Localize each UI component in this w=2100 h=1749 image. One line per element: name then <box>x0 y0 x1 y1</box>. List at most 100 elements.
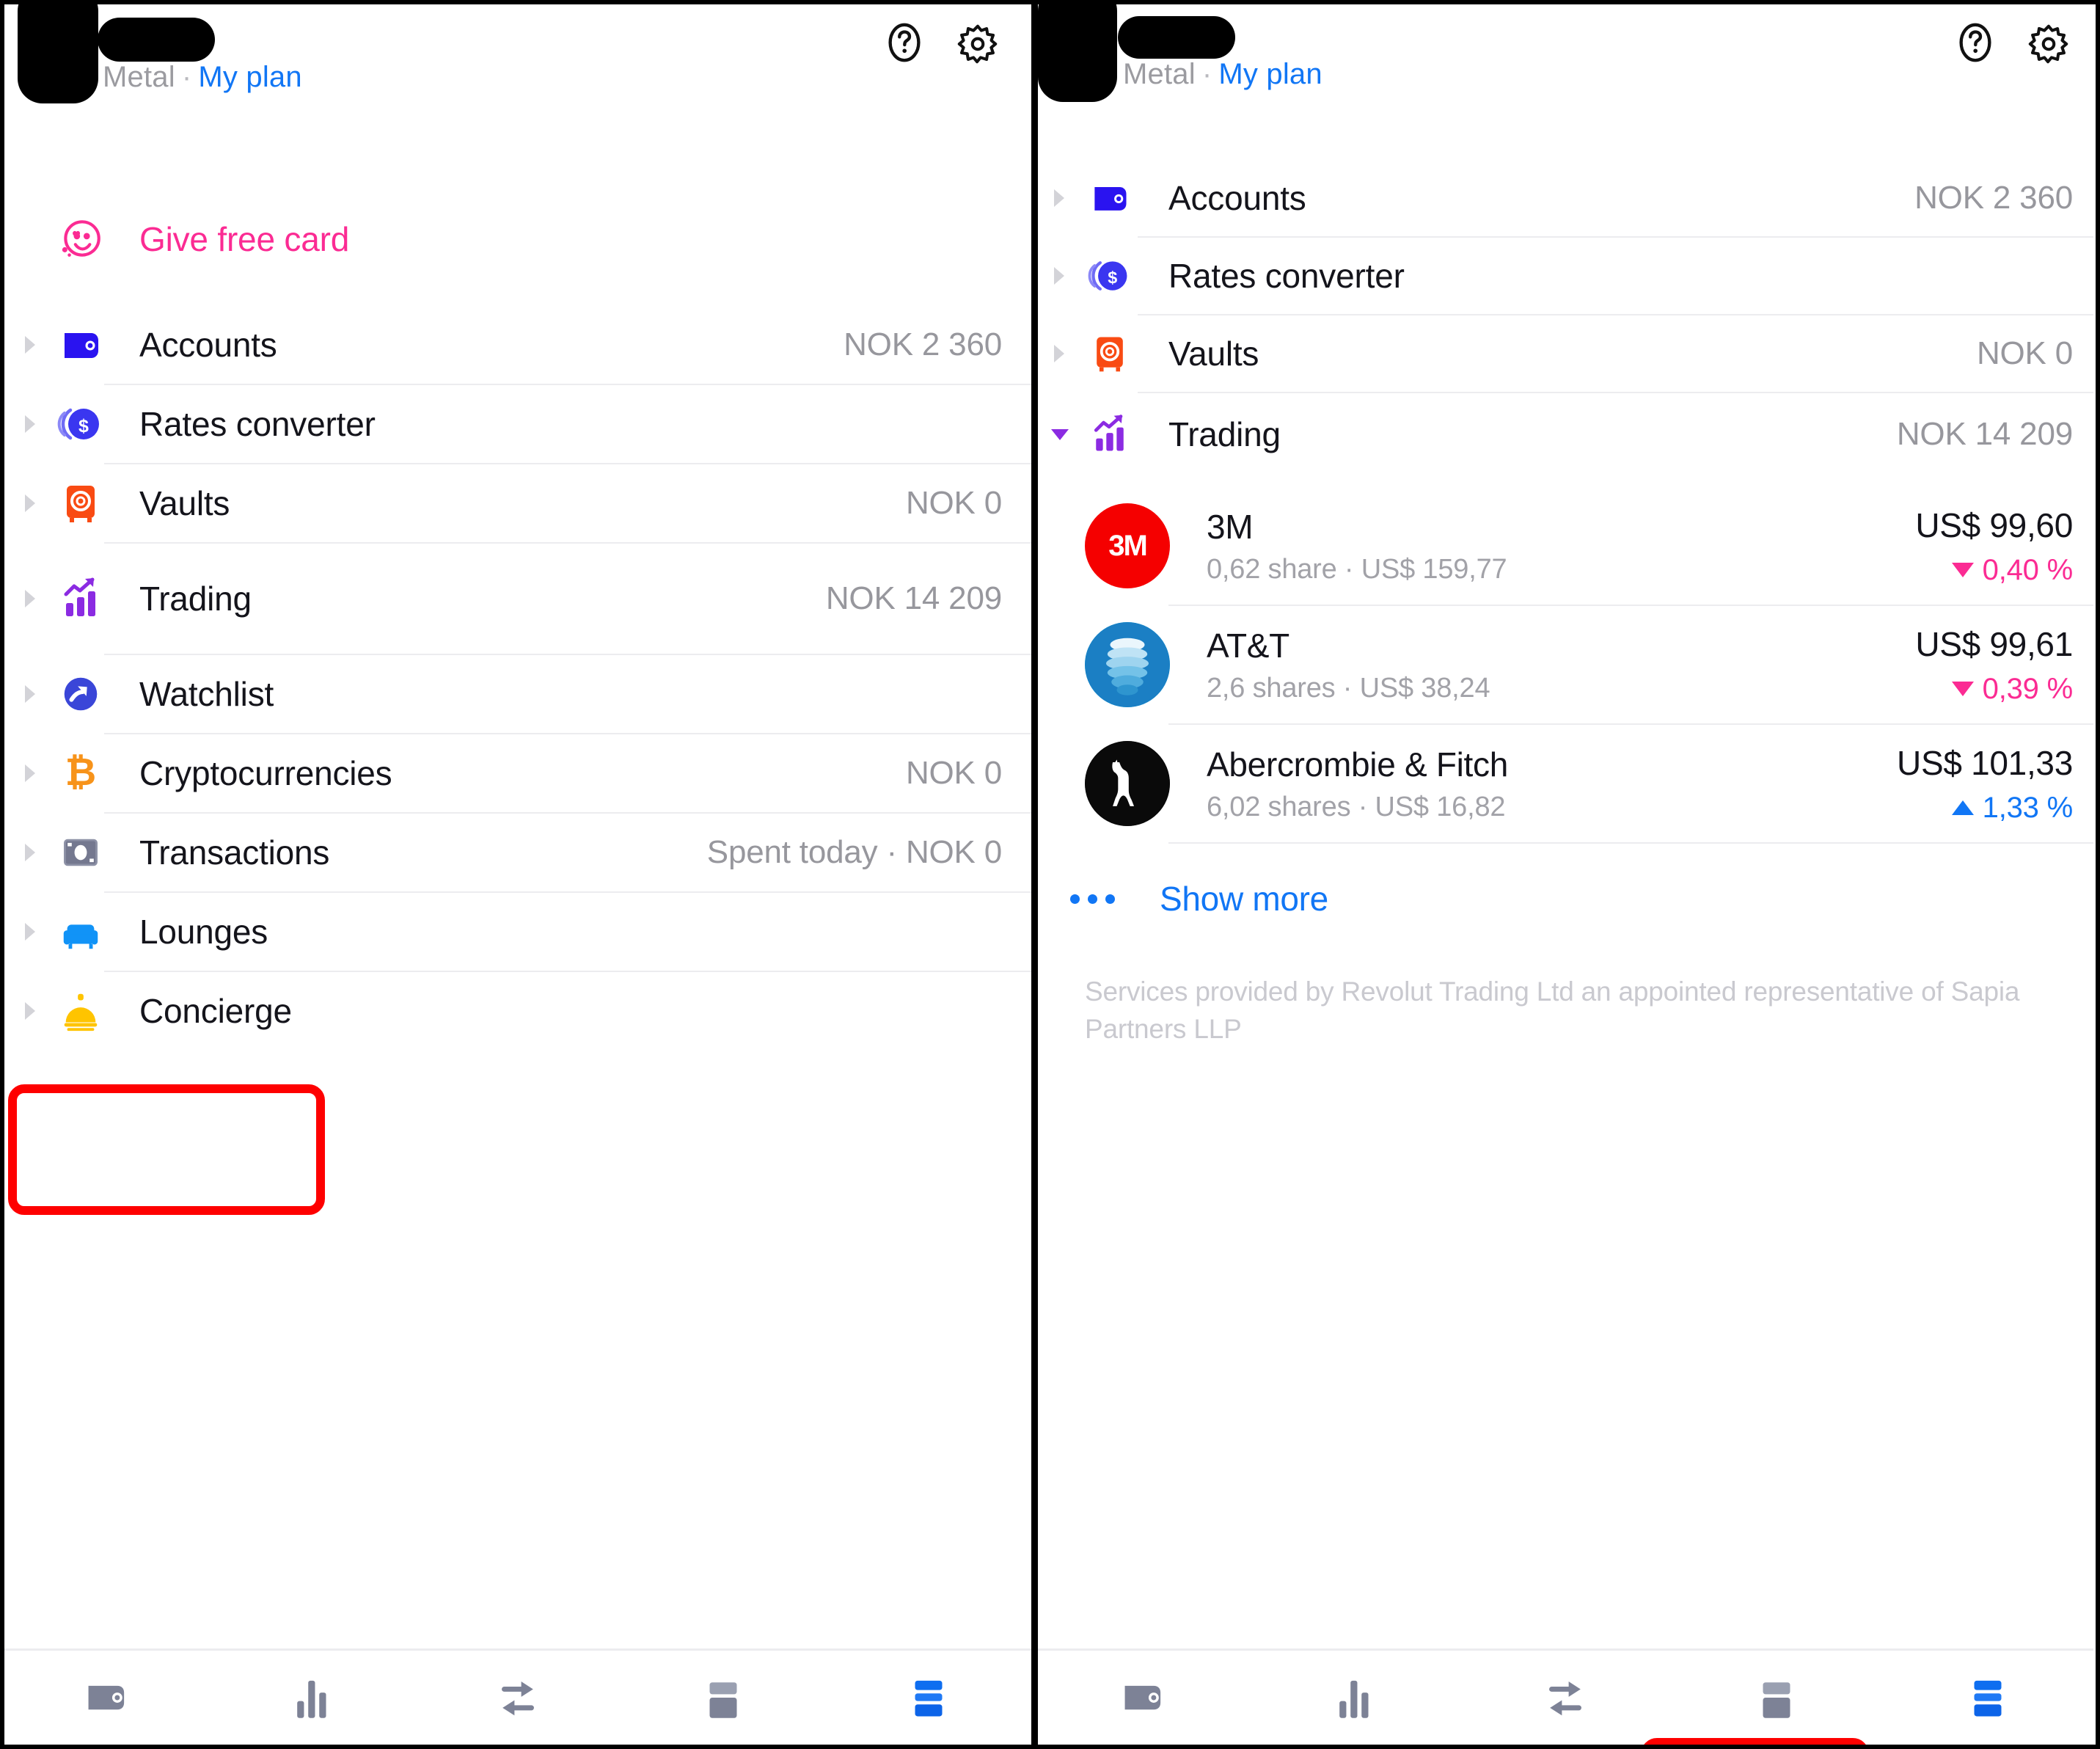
watchlist-arrow-icon <box>53 671 109 717</box>
show-more-button[interactable]: Show more <box>1038 844 2093 954</box>
svg-text:$: $ <box>78 416 89 437</box>
chevron-right-icon[interactable] <box>9 921 53 942</box>
wallet-icon <box>53 321 109 368</box>
chevron-right-icon[interactable] <box>9 763 53 784</box>
transfer-nav-icon[interactable] <box>1514 1661 1617 1734</box>
chevron-right-icon[interactable] <box>1038 188 1082 208</box>
sidebar-item-label: Trading <box>1168 415 1281 453</box>
holding-change-value: 1,33 % <box>1982 791 2074 824</box>
sidebar-item-label: Rates converter <box>139 405 376 443</box>
banknote-icon <box>53 830 109 874</box>
gear-icon[interactable] <box>955 21 1000 66</box>
right-menu-list: Accounts NOK 2 360 $ Rates converter Vau… <box>1038 160 2093 1648</box>
holding-name: Abercrombie & Fitch <box>1207 745 1508 784</box>
menu-item-give-free-card[interactable]: Give free card <box>4 196 1031 282</box>
currency-exchange-icon: $ <box>53 401 109 448</box>
chevron-right-icon[interactable] <box>9 493 53 514</box>
sidebar-item-lounges[interactable]: Lounges <box>4 893 1031 971</box>
sidebar-item-label: Cryptocurrencies <box>139 754 392 792</box>
plan-separator: · <box>1201 58 1212 90</box>
smiling-face-with-hearts-icon <box>53 215 109 263</box>
holding-price: US$ 101,33 <box>1897 743 2073 782</box>
chevron-right-icon[interactable] <box>9 842 53 863</box>
gear-icon[interactable] <box>2026 21 2071 66</box>
chevron-right-icon[interactable] <box>9 684 53 704</box>
card-nav-icon[interactable] <box>1725 1661 1828 1734</box>
abercrombie-logo <box>1085 741 1170 826</box>
sidebar-item-trading[interactable]: Trading NOK 14 209 <box>1038 393 2093 475</box>
svg-text:$: $ <box>1108 268 1117 287</box>
avatar[interactable] <box>1038 4 1117 102</box>
sidebar-item-accounts[interactable]: Accounts NOK 2 360 <box>4 306 1031 384</box>
sidebar-item-label: Vaults <box>1168 335 1259 373</box>
sidebar-item-rates-converter[interactable]: $ Rates converter <box>1038 238 2093 314</box>
sidebar-item-rates-converter[interactable]: $ Rates converter <box>4 385 1031 463</box>
plan-tier-label: Metal <box>103 61 175 93</box>
holding-price: US$ 99,60 <box>1915 505 2073 544</box>
currency-exchange-icon: $ <box>1082 254 1138 298</box>
sidebar-item-concierge[interactable]: Concierge <box>4 972 1031 1050</box>
sidebar-item-watchlist[interactable]: Watchlist <box>4 655 1031 733</box>
holding-right: US$ 101,33 1,33 % <box>1897 743 2093 825</box>
sidebar-item-vaults[interactable]: Vaults NOK 0 <box>4 464 1031 542</box>
holding-price: US$ 99,61 <box>1915 624 2073 663</box>
sidebar-item-value: NOK 0 <box>905 485 1002 521</box>
plan-separator: · <box>181 61 192 93</box>
holding-row[interactable]: AT&T 2,6 shares · US$ 38,24 US$ 99,61 0,… <box>1038 606 2093 723</box>
triangle-down-icon <box>1951 682 1974 696</box>
left-header: Metal · My plan <box>4 4 1031 162</box>
holding-subtitle: 6,02 shares · US$ 16,82 <box>1207 791 1506 822</box>
holding-text: Abercrombie & Fitch 6,02 shares · US$ 16… <box>1207 745 1508 823</box>
sidebar-item-value: Spent today · NOK 0 <box>706 834 1002 870</box>
sidebar-item-label: Rates converter <box>1168 257 1405 295</box>
sidebar-item-trading[interactable]: Trading NOK 14 209 <box>4 544 1031 654</box>
safe-vault-icon <box>53 480 109 527</box>
sidebar-item-accounts[interactable]: Accounts NOK 2 360 <box>1038 160 2093 236</box>
sidebar-item-cryptocurrencies[interactable]: ₿ Cryptocurrencies NOK 0 <box>4 734 1031 812</box>
ellipsis-icon <box>1064 894 1120 904</box>
chevron-right-icon[interactable] <box>9 414 53 434</box>
holding-row[interactable]: Abercrombie & Fitch 6,02 shares · US$ 16… <box>1038 725 2093 842</box>
sidebar-item-value: NOK 0 <box>1976 335 2073 371</box>
transfer-nav-icon[interactable] <box>467 1661 569 1734</box>
more-list-nav-icon[interactable] <box>1936 1661 2039 1734</box>
wallet-icon <box>1082 176 1138 220</box>
question-mark-circle-icon[interactable] <box>882 21 927 66</box>
att-logo <box>1085 622 1170 707</box>
sidebar-item-label: Accounts <box>1168 179 1306 217</box>
chevron-right-icon[interactable] <box>9 588 53 609</box>
sidebar-item-transactions[interactable]: Transactions Spent today · NOK 0 <box>4 814 1031 891</box>
bitcoin-icon: ₿ <box>53 750 109 797</box>
right-header-actions <box>1953 21 2071 66</box>
more-list-nav-icon[interactable] <box>877 1661 980 1734</box>
chevron-right-icon[interactable] <box>1038 343 1082 364</box>
left-screen-panel: Metal · My plan Give free card Accounts … <box>4 4 1038 1745</box>
holding-row[interactable]: 3M 3M 0,62 share · US$ 159,77 US$ 99,60 … <box>1038 487 2093 605</box>
holding-subtitle: 0,62 share · US$ 159,77 <box>1207 553 1507 585</box>
wallet-nav-icon[interactable] <box>1092 1661 1195 1734</box>
svg-text:₿: ₿ <box>65 751 96 794</box>
plan-breadcrumb: Metal · My plan <box>1123 58 1322 91</box>
chevron-right-icon[interactable] <box>9 1001 53 1021</box>
chevron-right-icon[interactable] <box>9 335 53 355</box>
sidebar-item-value: NOK 14 209 <box>1896 416 2073 452</box>
analytics-nav-icon[interactable] <box>261 1661 364 1734</box>
triangle-up-icon <box>1951 800 1974 815</box>
sidebar-item-vaults[interactable]: Vaults NOK 0 <box>1038 315 2093 392</box>
user-name-redacted <box>98 18 215 62</box>
sidebar-item-value: NOK 2 360 <box>1914 180 2073 216</box>
my-plan-link[interactable]: My plan <box>198 61 301 93</box>
question-mark-circle-icon[interactable] <box>1953 21 1998 66</box>
plan-breadcrumb: Metal · My plan <box>103 61 302 94</box>
analytics-nav-icon[interactable] <box>1303 1661 1406 1734</box>
chevron-right-icon[interactable] <box>1038 266 1082 286</box>
wallet-nav-icon[interactable] <box>56 1661 158 1734</box>
my-plan-link[interactable]: My plan <box>1218 58 1322 90</box>
sidebar-item-label: Accounts <box>139 326 277 364</box>
holding-change: 1,33 % <box>1897 792 2073 825</box>
holding-name: 3M <box>1207 507 1254 546</box>
sidebar-item-value: NOK 14 209 <box>825 580 1002 616</box>
card-nav-icon[interactable] <box>672 1661 775 1734</box>
avatar[interactable] <box>18 4 98 103</box>
chevron-down-icon[interactable] <box>1038 426 1082 442</box>
